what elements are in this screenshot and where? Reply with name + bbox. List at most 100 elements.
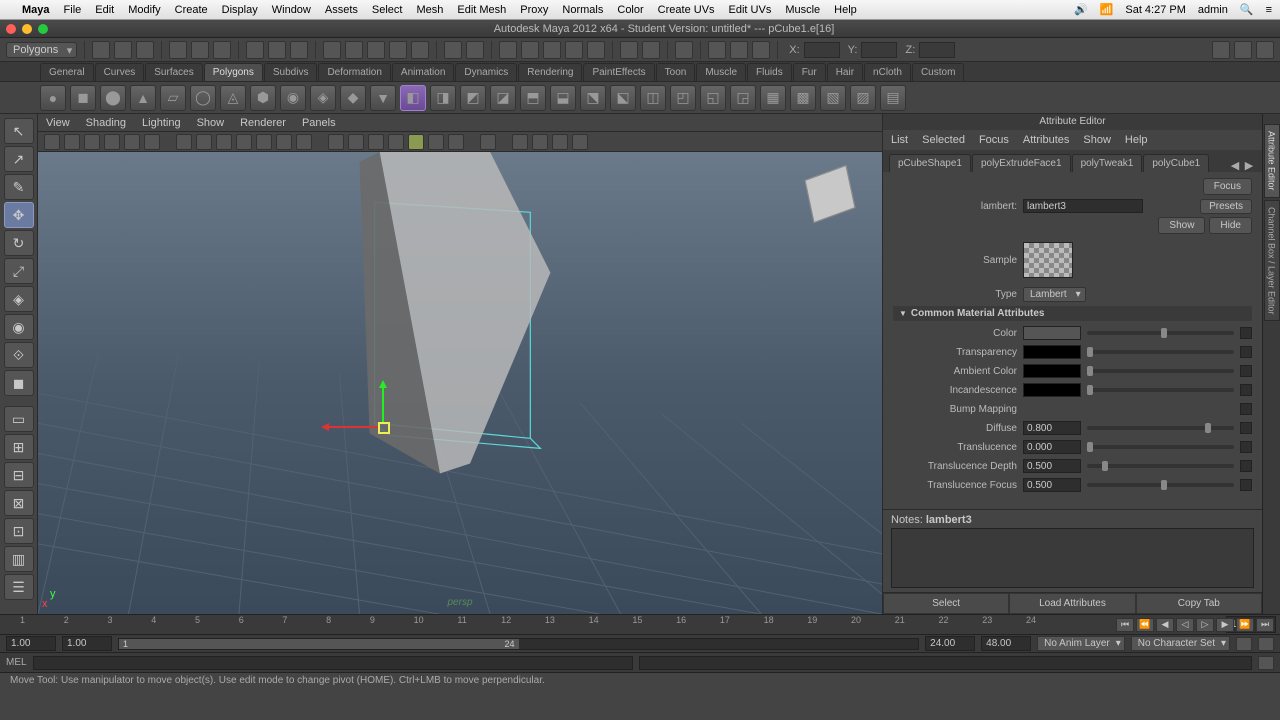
trans-depth-input[interactable]	[1023, 459, 1081, 473]
minimize-button[interactable]	[22, 24, 32, 34]
menu-mesh[interactable]: Mesh	[416, 4, 443, 16]
menu-file[interactable]: File	[64, 4, 82, 16]
load-attributes-button[interactable]: Load Attributes	[1009, 593, 1135, 614]
coord-y-input[interactable]	[861, 42, 897, 58]
copy-tab-button[interactable]: Copy Tab	[1136, 593, 1262, 614]
tab-curves[interactable]: Curves	[95, 63, 145, 81]
vp-btn-15[interactable]	[348, 134, 364, 150]
rotate-tool[interactable]: ↻	[4, 230, 34, 256]
poly-bridge-icon[interactable]: ◨	[430, 85, 456, 111]
user-menu[interactable]: admin	[1198, 4, 1228, 16]
toolbar-icon-i[interactable]	[708, 41, 726, 59]
tab-painteffects[interactable]: PaintEffects	[583, 63, 654, 81]
poly-combine-icon[interactable]: ◪	[490, 85, 516, 111]
attr-menu-selected[interactable]: Selected	[922, 134, 965, 146]
toolbar-icon-k[interactable]	[752, 41, 770, 59]
vtab-attribute-editor[interactable]: Attribute Editor	[1264, 124, 1280, 198]
diffuse-input[interactable]	[1023, 421, 1081, 435]
layout-d-icon[interactable]: ▥	[4, 546, 34, 572]
toolbar-icon-b[interactable]	[521, 41, 539, 59]
poly-uv2-icon[interactable]: ▩	[790, 85, 816, 111]
vp-btn-23[interactable]	[532, 134, 548, 150]
material-sample-swatch[interactable]	[1023, 242, 1073, 278]
range-track[interactable]: 1 24	[118, 638, 919, 650]
toolbar-icon-j[interactable]	[730, 41, 748, 59]
poly-sculpt-icon[interactable]: ◱	[700, 85, 726, 111]
wifi-icon[interactable]: 📶	[1100, 3, 1114, 16]
tab-dynamics[interactable]: Dynamics	[455, 63, 517, 81]
vp-btn-1[interactable]	[44, 134, 60, 150]
attr-menu-list[interactable]: List	[891, 134, 908, 146]
menu-proxy[interactable]: Proxy	[520, 4, 548, 16]
layout-a-icon[interactable]: ⊟	[4, 462, 34, 488]
focus-button[interactable]: Focus	[1203, 178, 1252, 195]
clock[interactable]: Sat 4:27 PM	[1125, 4, 1186, 16]
poly-insert-icon[interactable]: ⬔	[580, 85, 606, 111]
vp-btn-18[interactable]	[408, 134, 424, 150]
playback-start-field[interactable]: 1.00	[62, 636, 112, 651]
vp-btn-7[interactable]	[176, 134, 192, 150]
poly-cone-icon[interactable]: ▲	[130, 85, 156, 111]
poly-uv4-icon[interactable]: ▨	[850, 85, 876, 111]
poly-uv3-icon[interactable]: ▧	[820, 85, 846, 111]
move-tool[interactable]: ✥	[4, 202, 34, 228]
poly-prism-icon[interactable]: ◬	[220, 85, 246, 111]
ipr-icon[interactable]	[345, 41, 363, 59]
manipulator-y-axis[interactable]	[382, 382, 384, 422]
color-map-button[interactable]	[1240, 327, 1252, 339]
universal-manip-tool[interactable]: ◈	[4, 286, 34, 312]
poly-cylinder-icon[interactable]: ⬤	[100, 85, 126, 111]
trans-focus-slider[interactable]	[1087, 483, 1234, 487]
app-name[interactable]: Maya	[22, 4, 50, 16]
toolbar-icon-d[interactable]	[565, 41, 583, 59]
translucence-input[interactable]	[1023, 440, 1081, 454]
vp-btn-17[interactable]	[388, 134, 404, 150]
vp-menu-show[interactable]: Show	[197, 117, 225, 129]
vp-btn-13[interactable]	[296, 134, 312, 150]
save-scene-icon[interactable]	[136, 41, 154, 59]
toolbar-icon-a[interactable]	[499, 41, 517, 59]
ambient-slider[interactable]	[1087, 369, 1234, 373]
toolbar-icon-c[interactable]	[543, 41, 561, 59]
poly-platonic-icon[interactable]: ◆	[340, 85, 366, 111]
menu-edit-mesh[interactable]: Edit Mesh	[457, 4, 506, 16]
vp-menu-shading[interactable]: Shading	[86, 117, 126, 129]
transparency-map-button[interactable]	[1240, 346, 1252, 358]
attr-tab-pcube[interactable]: polyCube1	[1143, 154, 1209, 172]
tab-muscle[interactable]: Muscle	[696, 63, 746, 81]
poly-plane-icon[interactable]: ▱	[160, 85, 186, 111]
trans-depth-map-button[interactable]	[1240, 460, 1252, 472]
scale-tool[interactable]: ⤢	[4, 258, 34, 284]
menu-edit-uvs[interactable]: Edit UVs	[729, 4, 772, 16]
poly-extrude-icon[interactable]: ◧	[400, 85, 426, 111]
translucence-slider[interactable]	[1087, 445, 1234, 449]
cmd-lang-label[interactable]: MEL	[6, 657, 27, 668]
attr-menu-focus[interactable]: Focus	[979, 134, 1009, 146]
tab-rendering[interactable]: Rendering	[518, 63, 582, 81]
layout-b-icon[interactable]: ⊠	[4, 490, 34, 516]
tab-ncloth[interactable]: nCloth	[864, 63, 911, 81]
menu-create-uvs[interactable]: Create UVs	[658, 4, 715, 16]
vp-btn-4[interactable]	[104, 134, 120, 150]
manipulator-center[interactable]	[378, 422, 390, 434]
hide-button[interactable]: Hide	[1209, 217, 1252, 234]
color-swatch[interactable]	[1023, 326, 1081, 340]
poly-mirror-icon[interactable]: ◲	[730, 85, 756, 111]
attr-tab-tweak[interactable]: polyTweak1	[1072, 154, 1143, 172]
step-back-key-button[interactable]: ⏪	[1136, 618, 1154, 632]
diffuse-map-button[interactable]	[1240, 422, 1252, 434]
script-editor-button[interactable]	[1258, 656, 1274, 670]
poly-cube-icon[interactable]: ◼	[70, 85, 96, 111]
diffuse-slider[interactable]	[1087, 426, 1234, 430]
volume-icon[interactable]: 🔊	[1074, 3, 1088, 16]
vp-btn-12[interactable]	[276, 134, 292, 150]
coord-x-input[interactable]	[804, 42, 840, 58]
tab-custom[interactable]: Custom	[912, 63, 964, 81]
menu-normals[interactable]: Normals	[562, 4, 603, 16]
transparency-swatch[interactable]	[1023, 345, 1081, 359]
redo-icon[interactable]	[191, 41, 209, 59]
playback-end-field[interactable]: 24.00	[925, 636, 975, 651]
poly-cut-icon[interactable]: ⬓	[550, 85, 576, 111]
vp-btn-21[interactable]	[480, 134, 496, 150]
prefs-button[interactable]	[1258, 637, 1274, 651]
